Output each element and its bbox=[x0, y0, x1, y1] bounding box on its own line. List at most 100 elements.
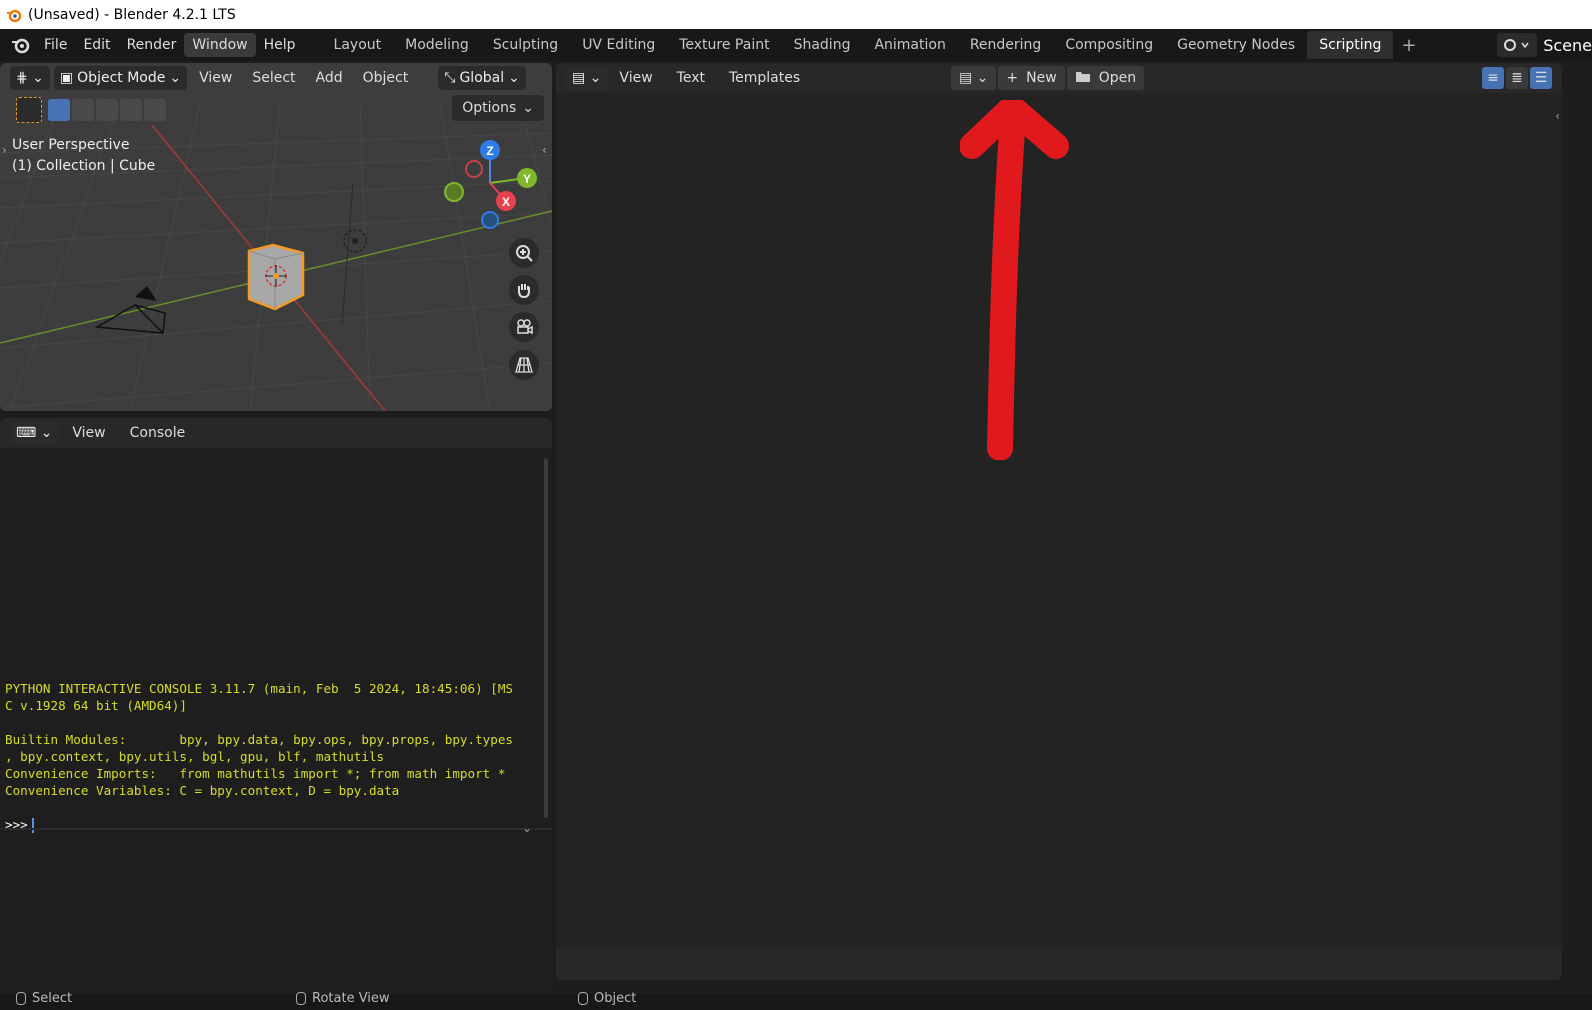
editor-type-dropdown[interactable]: ⋕ ⌄ bbox=[10, 66, 50, 90]
console-prompt[interactable]: >>> bbox=[5, 817, 34, 833]
object-mode-label: Object Mode bbox=[77, 70, 166, 86]
tab-texture-paint[interactable]: Texture Paint bbox=[667, 31, 781, 59]
tab-modeling[interactable]: Modeling bbox=[393, 31, 481, 59]
word-wrap-icon[interactable]: ≣ bbox=[1506, 67, 1528, 89]
viewport-menu-view[interactable]: View bbox=[191, 70, 240, 86]
zoom-icon[interactable] bbox=[509, 238, 539, 268]
text-editor-footer bbox=[556, 948, 1562, 980]
console-header: ⌨ ⌄ View Console bbox=[0, 418, 552, 448]
scene-name[interactable]: Scene bbox=[1543, 36, 1592, 55]
console-editor-type-icon[interactable]: ⌨ ⌄ bbox=[10, 421, 59, 445]
menu-help[interactable]: Help bbox=[256, 33, 304, 57]
object-mode-dropdown[interactable]: ▣ Object Mode ⌄ bbox=[53, 66, 188, 90]
menu-render[interactable]: Render bbox=[119, 33, 185, 57]
options-dropdown[interactable]: Options ⌄ bbox=[452, 95, 544, 121]
annotation-arrow bbox=[960, 100, 1069, 460]
tab-sculpting[interactable]: Sculpting bbox=[481, 31, 570, 59]
select-intersect-icon[interactable] bbox=[144, 99, 166, 121]
tab-compositing[interactable]: Compositing bbox=[1053, 31, 1165, 59]
status-bar: Select Rotate View Object bbox=[0, 991, 1592, 1010]
collapse-arrow-icon[interactable]: ‹ bbox=[542, 143, 547, 157]
text-menu-view[interactable]: View bbox=[607, 70, 664, 86]
console-line: Builtin Modules: bpy, bpy.data, bpy.ops,… bbox=[5, 732, 513, 747]
tab-animation[interactable]: Animation bbox=[862, 31, 957, 59]
text-menu-text[interactable]: Text bbox=[665, 70, 717, 86]
object-mode-icon: ▣ bbox=[59, 70, 74, 86]
tab-geometry-nodes[interactable]: Geometry Nodes bbox=[1165, 31, 1307, 59]
new-text-label: New bbox=[1026, 70, 1057, 86]
gizmo-x-label: X bbox=[502, 195, 510, 209]
select-box-tool-icon[interactable] bbox=[16, 97, 42, 123]
text-editor-header: ▤ ⌄ View Text Templates ▤ ⌄ + New Open ≡… bbox=[556, 63, 1562, 93]
viewport-info: User Perspective (1) Collection | Cube bbox=[12, 135, 155, 177]
menu-edit[interactable]: Edit bbox=[75, 33, 118, 57]
gizmo-z-label: Z bbox=[486, 144, 493, 158]
tab-shading[interactable]: Shading bbox=[782, 31, 863, 59]
text-editor-type-icon[interactable]: ▤ ⌄ bbox=[566, 66, 608, 90]
status-object-label: Object bbox=[594, 991, 637, 1006]
text-display-toggles: ≡ ≣ ☰ bbox=[1482, 67, 1552, 89]
tab-layout[interactable]: Layout bbox=[322, 31, 394, 59]
console-menu-view[interactable]: View bbox=[62, 425, 115, 441]
console-line: Convenience Imports: from mathutils impo… bbox=[5, 766, 506, 781]
chevron-down-icon: ⌄ bbox=[508, 70, 520, 86]
camera-view-icon[interactable] bbox=[509, 312, 539, 342]
perspective-toggle-icon[interactable] bbox=[509, 350, 539, 380]
select-invert-icon[interactable] bbox=[120, 99, 142, 121]
chevron-down-icon[interactable]: ⌄ bbox=[522, 821, 532, 835]
select-subtract-icon[interactable] bbox=[96, 99, 118, 121]
perspective-label: User Perspective bbox=[12, 137, 130, 153]
text-cursor bbox=[31, 818, 34, 833]
python-console[interactable]: ⌨ ⌄ View Console PYTHON INTERACTIVE CONS… bbox=[0, 418, 552, 993]
toolbar-expand-icon[interactable]: › bbox=[2, 143, 7, 157]
status-rotate-view: Rotate View bbox=[296, 991, 390, 1006]
transform-orientation-dropdown[interactable]: ⤡ Global ⌄ bbox=[438, 66, 526, 90]
top-bar: File Edit Render Window Help Layout Mode… bbox=[0, 29, 1592, 61]
console-output: PYTHON INTERACTIVE CONSOLE 3.11.7 (main,… bbox=[5, 680, 513, 799]
3d-viewport[interactable]: ⋕ ⌄ ▣ Object Mode ⌄ View Select Add Obje… bbox=[0, 63, 552, 411]
light-object[interactable] bbox=[341, 227, 369, 255]
console-scrollbar[interactable] bbox=[544, 458, 548, 818]
folder-icon bbox=[1075, 70, 1091, 87]
select-set-icon[interactable] bbox=[48, 99, 70, 121]
text-browse-dropdown[interactable]: ▤ ⌄ bbox=[951, 66, 997, 90]
orientation-label: Global bbox=[459, 70, 505, 86]
menu-file[interactable]: File bbox=[36, 33, 75, 57]
viewport-menu-select[interactable]: Select bbox=[244, 70, 303, 86]
tab-rendering[interactable]: Rendering bbox=[958, 31, 1054, 59]
console-divider bbox=[0, 828, 552, 830]
cube-object[interactable] bbox=[245, 243, 307, 313]
blender-menu-icon[interactable] bbox=[6, 32, 36, 58]
text-menu-templates[interactable]: Templates bbox=[717, 70, 812, 86]
console-menu-console[interactable]: Console bbox=[120, 425, 196, 441]
menu-window[interactable]: Window bbox=[184, 33, 256, 57]
window-title: (Unsaved) - Blender 4.2.1 LTS bbox=[28, 6, 236, 23]
console-line: C v.1928 64 bit (AMD64)] bbox=[5, 698, 187, 713]
tab-uv-editing[interactable]: UV Editing bbox=[570, 31, 667, 59]
line-numbers-icon[interactable]: ≡ bbox=[1482, 67, 1504, 89]
add-workspace-icon[interactable]: + bbox=[1393, 35, 1424, 56]
new-text-button[interactable]: + New bbox=[998, 66, 1065, 90]
status-select: Select bbox=[16, 991, 72, 1006]
open-text-button[interactable]: Open bbox=[1066, 66, 1145, 90]
tab-scripting[interactable]: Scripting bbox=[1307, 31, 1394, 59]
camera-object[interactable] bbox=[95, 283, 175, 343]
window-titlebar: (Unsaved) - Blender 4.2.1 LTS bbox=[0, 0, 1592, 29]
select-extend-icon[interactable] bbox=[72, 99, 94, 121]
scene-icon[interactable] bbox=[1497, 33, 1538, 57]
mouse-right-icon bbox=[578, 992, 588, 1005]
chevron-down-icon: ⌄ bbox=[169, 70, 182, 86]
navigation-gizmo[interactable]: Z Y X bbox=[440, 135, 550, 235]
plus-icon: + bbox=[1006, 70, 1019, 86]
pan-hand-icon[interactable] bbox=[509, 275, 539, 305]
viewport-menu-object[interactable]: Object bbox=[355, 70, 417, 86]
sidebar-toggle-icon[interactable]: ‹ bbox=[1555, 109, 1560, 123]
status-rotate-label: Rotate View bbox=[312, 991, 390, 1006]
scene-selector: Scene bbox=[1497, 33, 1592, 57]
text-datablock-group: ▤ ⌄ + New Open bbox=[951, 66, 1145, 90]
console-line: Convenience Variables: C = bpy.context, … bbox=[5, 783, 400, 798]
syntax-highlight-icon[interactable]: ☰ bbox=[1530, 67, 1552, 89]
viewport-menu-add[interactable]: Add bbox=[308, 70, 351, 86]
viewport-header: ⋕ ⌄ ▣ Object Mode ⌄ View Select Add Obje… bbox=[0, 63, 552, 93]
